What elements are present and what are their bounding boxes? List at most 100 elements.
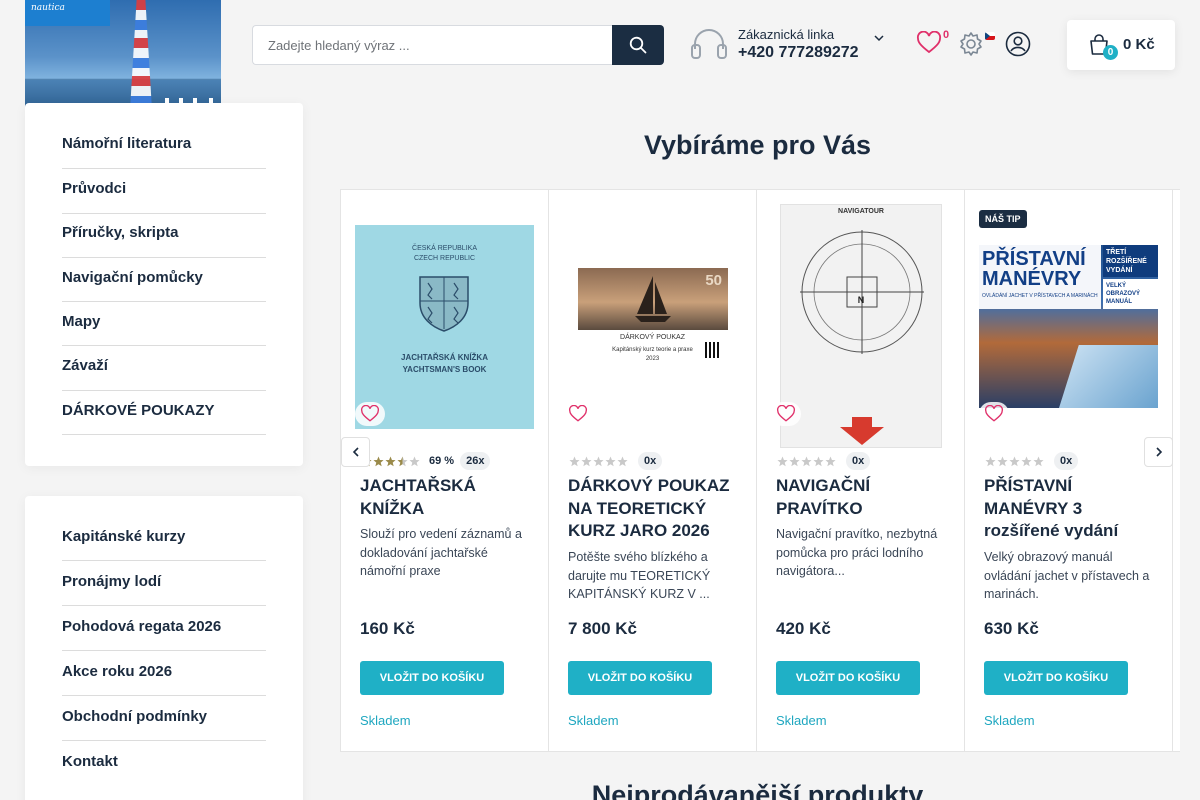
wishlist-count: 0	[943, 29, 950, 41]
heart-icon	[777, 405, 795, 422]
category-item[interactable]: Námořní literatura	[62, 135, 266, 169]
image-caption: YACHTSMAN'S BOOK	[402, 365, 487, 374]
headset-icon	[691, 29, 727, 59]
customer-hotline[interactable]: Zákaznická linka +420 777289272	[690, 24, 890, 66]
add-to-wishlist-button[interactable]	[771, 402, 801, 426]
book-pages-illustration	[1059, 345, 1158, 408]
category-item[interactable]: Mapy	[62, 313, 266, 346]
product-description: Potěšte svého blízkého a darujte mu TEOR…	[568, 550, 711, 601]
category-item[interactable]: Příručky, skripta	[62, 224, 266, 258]
user-account-icon[interactable]	[1005, 31, 1031, 57]
category-item[interactable]: Závaží	[62, 357, 266, 391]
rating: 0x	[777, 452, 871, 470]
carousel-next-button[interactable]	[1144, 437, 1173, 467]
stock-status: Skladem	[984, 713, 1035, 728]
arrow-down-icon	[840, 417, 884, 445]
star-icon	[789, 456, 800, 466]
add-to-cart-button[interactable]: VLOŽIT DO KOŠÍKU	[984, 661, 1128, 695]
rating: 0x	[985, 452, 1079, 470]
product-title[interactable]: DÁRKOVÝ POUKAZ NA TEORETICKÝ KURZ JARO 2…	[568, 475, 743, 543]
search-input[interactable]	[252, 25, 612, 65]
product-image[interactable]: 50 DÁRKOVÝ POUKAZ Kapitánský kurz teorie…	[563, 268, 742, 388]
image-caption: OVLÁDÁNÍ JACHET V PŘÍSTAVECH A MARINÁCH	[982, 293, 1098, 299]
hotline-phone[interactable]: +420 777289272	[738, 44, 859, 62]
rating: 0x	[569, 452, 663, 470]
add-to-cart-button[interactable]: VLOŽIT DO KOŠÍKU	[568, 661, 712, 695]
star-icon	[813, 456, 824, 466]
search-button[interactable]	[612, 25, 664, 65]
star-icon	[1021, 456, 1032, 466]
product-price: 7 800 Kč	[568, 619, 637, 638]
star-icon	[617, 456, 628, 466]
star-rating	[569, 456, 628, 467]
star-icon	[1033, 456, 1044, 466]
chevron-left-icon	[352, 447, 359, 457]
review-count: 0x	[638, 452, 663, 470]
review-count: 0x	[1054, 452, 1079, 470]
coat-of-arms-icon	[419, 276, 469, 332]
stock-status: Skladem	[360, 713, 411, 728]
star-icon	[569, 456, 580, 466]
product-card[interactable]: 50 DÁRKOVÝ POUKAZ Kapitánský kurz teorie…	[548, 189, 757, 752]
image-caption: PŘÍSTAVNÍ MANÉVRY	[982, 248, 1086, 290]
product-description: Velký obrazový manuál ovládání jachet v …	[984, 550, 1150, 601]
star-icon	[1009, 456, 1020, 466]
star-icon	[777, 456, 788, 466]
star-icon	[397, 456, 408, 466]
cart-button[interactable]: 0 0 Kč	[1067, 20, 1175, 70]
product-price: 630 Kč	[984, 619, 1039, 638]
add-to-wishlist-button[interactable]	[355, 402, 385, 426]
category-item[interactable]: DÁRKOVÉ POUKAZY	[62, 402, 266, 435]
product-title[interactable]: NAVIGAČNÍ PRAVÍTKO	[776, 475, 951, 520]
product-title[interactable]: JACHTAŘSKÁ KNÍŽKA	[360, 475, 535, 520]
add-to-wishlist-button[interactable]	[979, 402, 1009, 426]
add-to-wishlist-button[interactable]	[563, 402, 593, 426]
carousel-prev-button[interactable]	[341, 437, 370, 467]
wishlist-icon[interactable]	[916, 31, 942, 55]
star-icon	[605, 456, 616, 466]
voucher-value: 50	[705, 272, 722, 289]
rating: 69 % 26x	[361, 452, 491, 470]
section-title: Vybíráme pro Vás	[643, 130, 872, 160]
sailboat-icon	[635, 276, 671, 322]
star-rating	[777, 456, 836, 467]
search-bar	[252, 25, 664, 65]
heart-icon	[361, 405, 379, 422]
info-link[interactable]: Kontakt	[62, 753, 266, 786]
product-image[interactable]: PŘÍSTAVNÍ MANÉVRY OVLÁDÁNÍ JACHET V PŘÍS…	[979, 245, 1158, 408]
info-link[interactable]: Akce roku 2026	[62, 663, 266, 696]
review-count: 0x	[846, 452, 871, 470]
qr-code-icon	[705, 342, 721, 358]
product-title[interactable]: PŘÍSTAVNÍ MANÉVRY 3 rozšířené vydání	[984, 475, 1159, 543]
add-to-cart-button[interactable]: VLOŽIT DO KOŠÍKU	[776, 661, 920, 695]
stock-status: Skladem	[776, 713, 827, 728]
product-image[interactable]: NAVIGATOUR N	[780, 204, 942, 448]
product-image[interactable]: ČESKÁ REPUBLIKA CZECH REPUBLIC JACHTAŘSK…	[355, 225, 534, 429]
star-icon	[593, 456, 604, 466]
product-description: Slouží pro vedení záznamů a dokladování …	[360, 527, 522, 578]
product-card[interactable]: NÁŠ TIP PŘÍSTAVNÍ MANÉVRY OVLÁDÁNÍ JACHE…	[964, 189, 1173, 752]
heart-icon	[569, 405, 587, 422]
image-caption: TŘETÍ ROZŠÍŘENÉ VYDÁNÍ	[1103, 245, 1158, 277]
gear-icon[interactable]	[958, 31, 984, 57]
category-menu: Námořní literatura Průvodci Příručky, sk…	[25, 103, 303, 466]
section-title-bestsellers: Nejprodávanější produkty	[591, 780, 924, 800]
category-item[interactable]: Navigační pomůcky	[62, 269, 266, 302]
tip-badge: NÁŠ TIP	[979, 210, 1027, 228]
info-menu: Kapitánské kurzy Pronájmy lodí Pohodová …	[25, 496, 303, 800]
cart-badge: 0	[1103, 45, 1118, 60]
product-card[interactable]: NAVIGATOUR N 0x NAVIGAČNÍ PRAVÍTKO Navig…	[756, 189, 965, 752]
info-link[interactable]: Obchodní podmínky	[62, 708, 266, 741]
chevron-down-icon[interactable]	[873, 32, 885, 44]
info-link[interactable]: Kapitánské kurzy	[62, 528, 266, 561]
star-icon	[825, 456, 836, 466]
star-icon	[385, 456, 396, 466]
cart-total: 0 Kč	[1123, 36, 1155, 53]
czech-flag-icon[interactable]	[985, 32, 995, 40]
product-card[interactable]: ČESKÁ REPUBLIKA CZECH REPUBLIC JACHTAŘSK…	[340, 189, 549, 752]
info-link[interactable]: Pohodová regata 2026	[62, 618, 266, 651]
rating-percent: 69 %	[429, 455, 455, 467]
add-to-cart-button[interactable]: VLOŽIT DO KOŠÍKU	[360, 661, 504, 695]
category-item[interactable]: Průvodci	[62, 180, 266, 214]
info-link[interactable]: Pronájmy lodí	[62, 573, 266, 606]
